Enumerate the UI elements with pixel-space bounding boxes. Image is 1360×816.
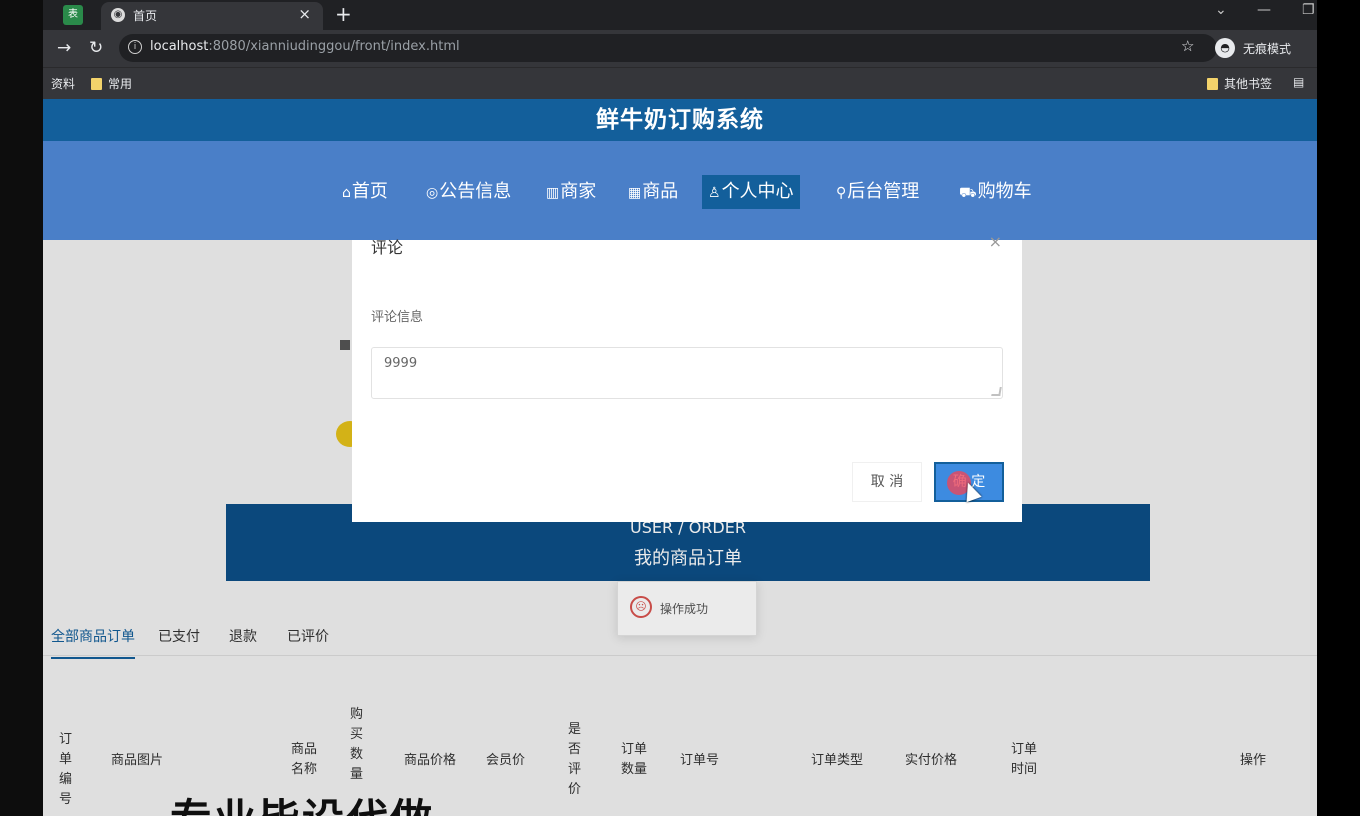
resize-handle-icon[interactable] [991, 387, 1002, 396]
reading-list-icon[interactable]: ▤ [1293, 75, 1304, 89]
link-icon: ⚲ [836, 185, 847, 201]
grid-icon: ▦ [628, 185, 642, 201]
tab-title: 首页 [133, 9, 158, 23]
minimize-icon[interactable]: — [1257, 2, 1271, 18]
browser-chrome: 表 ◉ 首页 × + ⌄ — ❐ → ↻ i localhost:8080/xi… [43, 0, 1317, 99]
nav-admin[interactable]: ⚲后台管理 [830, 175, 925, 209]
globe-icon: ◉ [111, 8, 125, 22]
url-text: localhost:8080/xianniudinggou/front/inde… [150, 39, 460, 54]
restore-icon[interactable]: ❐ [1302, 2, 1315, 18]
cancel-button[interactable]: 取 消 [852, 462, 922, 502]
nav-products[interactable]: ▦商品 [622, 175, 684, 209]
tab-search-icon[interactable]: ⌄ [1215, 2, 1227, 18]
tab-bar: 表 ◉ 首页 × + ⌄ — ❐ [43, 0, 1317, 30]
reload-icon[interactable]: ↻ [89, 38, 103, 58]
close-icon[interactable]: × [989, 232, 1002, 251]
bookmark-star-icon[interactable]: ☆ [1181, 37, 1194, 55]
dialog-title: 评论 [371, 238, 404, 257]
nav-profile[interactable]: ♙个人中心 [702, 175, 800, 209]
user-icon: ♙ [708, 185, 721, 201]
review-field-label: 评论信息 [371, 310, 424, 325]
browser-tab[interactable]: ◉ 首页 × [101, 2, 323, 30]
left-black-strip [0, 0, 43, 816]
folder-icon [91, 78, 102, 90]
extension-icon[interactable]: 表 [63, 5, 83, 25]
notice-icon: ◎ [426, 185, 439, 201]
folder-icon [1207, 78, 1218, 90]
nav-merchants[interactable]: ▥商家 [540, 175, 602, 209]
cart-icon: ⛟ [959, 185, 977, 201]
review-dialog: 评论 × 评论信息 9999 取 消 确 定 [352, 232, 1022, 522]
info-icon[interactable]: i [128, 40, 142, 54]
incognito-icon: ◓ [1215, 38, 1235, 58]
other-bookmarks[interactable]: 其他书签 [1207, 75, 1272, 92]
incognito-indicator[interactable]: ◓ 无痕模式 [1213, 34, 1303, 62]
web-page: 鲜牛奶订购系统 ⌂首页 ◎公告信息 ▥商家 ▦商品 ♙个人中心 ⚲后台管理 ⛟购… [43, 99, 1317, 816]
store-icon: ▥ [546, 185, 560, 201]
bookmark-folder[interactable]: 常用 [91, 75, 132, 92]
forward-icon[interactable]: → [57, 38, 71, 58]
bookmark-item[interactable]: 资料 [51, 75, 75, 92]
browser-toolbar: → ↻ i localhost:8080/xianniudinggou/fron… [43, 30, 1317, 67]
site-title: 鲜牛奶订购系统 [43, 99, 1317, 141]
nav-home[interactable]: ⌂首页 [336, 175, 394, 209]
close-tab-icon[interactable]: × [298, 5, 311, 23]
new-tab-icon[interactable]: + [335, 2, 352, 26]
nav-cart[interactable]: ⛟购物车 [953, 175, 1038, 209]
bookmarks-bar: 资料 常用 其他书签 ▤ [43, 67, 1317, 99]
incognito-label: 无痕模式 [1243, 42, 1292, 56]
address-bar[interactable]: i localhost:8080/xianniudinggou/front/in… [119, 34, 1217, 62]
nav-notices[interactable]: ◎公告信息 [420, 175, 517, 209]
main-nav: ⌂首页 ◎公告信息 ▥商家 ▦商品 ♙个人中心 ⚲后台管理 ⛟购物车 [43, 141, 1317, 240]
home-icon: ⌂ [342, 185, 351, 201]
right-black-strip [1317, 0, 1360, 816]
review-textarea[interactable]: 9999 [371, 347, 1003, 399]
